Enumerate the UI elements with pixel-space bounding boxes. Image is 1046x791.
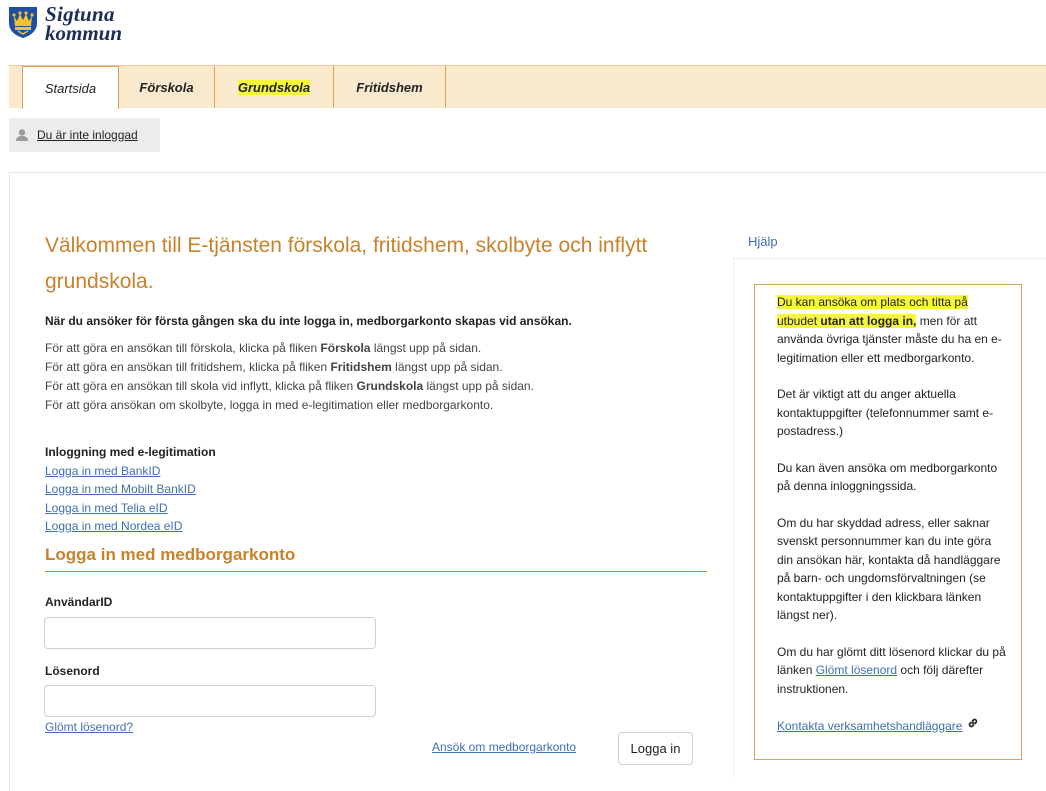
- mobilt-bankid-link[interactable]: Logga in med Mobilt BankID: [45, 480, 216, 499]
- telia-eid-link[interactable]: Logga in med Telia eID: [45, 499, 216, 518]
- password-input[interactable]: [44, 685, 376, 717]
- user-id-input[interactable]: [44, 617, 376, 649]
- help-paragraph: Om du har glömt ditt lösenord klickar du…: [777, 644, 1006, 696]
- logo-kommun: kommun: [45, 21, 123, 45]
- intro-text: När du ansöker för första gången ska du …: [45, 312, 715, 415]
- page-title: Välkommen till E-tjänsten förskola, frit…: [45, 234, 648, 293]
- sigtuna-logo[interactable]: Sigtuna kommun: [7, 4, 123, 45]
- tab-label: Grundskola: [237, 79, 311, 95]
- login-status: Du är inte inloggad: [9, 118, 160, 152]
- intro-lead: När du ansöker för första gången ska du …: [45, 314, 572, 328]
- tab-startsida[interactable]: Startsida: [22, 66, 119, 109]
- contact-row: Kontakta verksamhetshandläggare: [777, 716, 1007, 736]
- password-label: Lösenord: [45, 664, 100, 678]
- intro-line: För att göra ansökan om skolbyte, logga …: [45, 398, 494, 412]
- intro-line: För att göra en ansökan till fritidshem,…: [45, 360, 503, 374]
- help-heading: Hjälp: [748, 234, 778, 249]
- help-paragraph: Du kan ansöka om plats och titta på utbu…: [777, 295, 1002, 365]
- nordea-eid-link[interactable]: Logga in med Nordea eID: [45, 517, 216, 536]
- forgot-password-link[interactable]: Glömt lösenord?: [45, 720, 133, 734]
- contact-admin-link[interactable]: Kontakta verksamhetshandläggare: [777, 717, 962, 736]
- eid-title: Inloggning med e-legitimation: [45, 445, 216, 459]
- crown-shield-icon: [9, 7, 37, 38]
- intro-line: För att göra en ansökan till förskola, k…: [45, 341, 482, 355]
- account-login-title: Logga in med medborgarkonto: [45, 545, 707, 572]
- link-icon: [966, 716, 980, 736]
- help-paragraph: Om du har skyddad adress, eller saknar s…: [777, 515, 1001, 623]
- tab-fritidshem[interactable]: Fritidshem: [334, 66, 446, 108]
- intro-line: För att göra en ansökan till skola vid i…: [45, 379, 534, 393]
- user-icon: [15, 128, 29, 142]
- tab-forskola[interactable]: Förskola: [119, 66, 215, 108]
- not-logged-in-link[interactable]: Du är inte inloggad: [37, 128, 138, 142]
- login-button[interactable]: Logga in: [618, 732, 693, 765]
- bankid-link[interactable]: Logga in med BankID: [45, 462, 216, 481]
- apply-account-link[interactable]: Ansök om medborgarkonto: [432, 740, 576, 754]
- tab-label: Startsida: [44, 80, 97, 96]
- eid-section: Inloggning med e-legitimation Logga in m…: [45, 443, 216, 536]
- tab-label: Förskola: [139, 79, 194, 95]
- help-paragraph: Det är viktigt att du anger aktuella kon…: [777, 387, 994, 438]
- tab-label: Fritidshem: [356, 79, 423, 95]
- help-box: Du kan ansöka om plats och titta på utbu…: [754, 284, 1022, 760]
- help-forgot-password-link[interactable]: Glömt lösenord: [816, 663, 897, 677]
- main-tabs: Startsida Förskola Grundskola Fritidshem: [9, 65, 1046, 109]
- tab-grundskola[interactable]: Grundskola: [215, 66, 334, 108]
- user-id-label: AnvändarID: [45, 595, 113, 609]
- help-paragraph: Du kan även ansöka om medborgarkonto på …: [777, 460, 998, 494]
